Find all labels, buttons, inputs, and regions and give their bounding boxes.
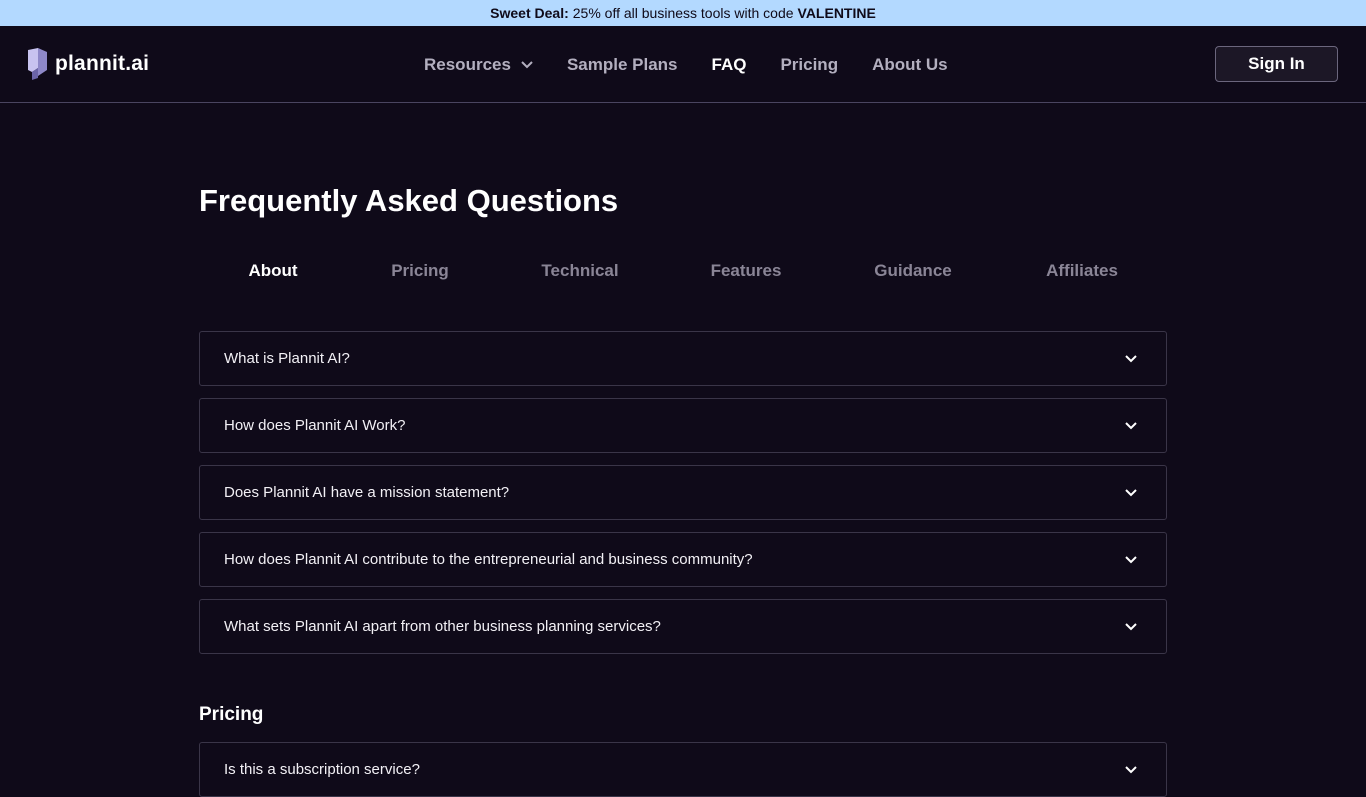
pricing-section-title: Pricing [199, 704, 264, 725]
promo-banner: Sweet Deal: 25% off all business tools w… [0, 0, 1366, 26]
page-title: Frequently Asked Questions [199, 183, 619, 218]
promo-text: 25% off all business tools with code [572, 5, 794, 21]
faq-question: Is this a subscription service? [224, 761, 420, 778]
tab-features[interactable]: Features [711, 261, 782, 281]
chevron-down-icon [1125, 488, 1137, 496]
faq-item[interactable]: How does Plannit AI Work? [199, 398, 1167, 453]
logo-icon [28, 48, 47, 80]
tab-affiliates[interactable]: Affiliates [1046, 261, 1118, 281]
sign-in-button[interactable]: Sign In [1215, 46, 1338, 82]
chevron-down-icon [521, 60, 533, 68]
chevron-down-icon [1125, 421, 1137, 429]
main-menu: Resources Sample Plans FAQ Pricing About… [424, 26, 982, 103]
faq-item[interactable]: Is this a subscription service? [199, 742, 1167, 797]
chevron-down-icon [1125, 354, 1137, 362]
promo-code: VALENTINE [797, 5, 876, 21]
nav-sample-plans[interactable]: Sample Plans [567, 55, 678, 75]
nav-pricing[interactable]: Pricing [780, 55, 838, 75]
chevron-down-icon [1125, 555, 1137, 563]
faq-question: How does Plannit AI contribute to the en… [224, 551, 753, 568]
chevron-down-icon [1125, 622, 1137, 630]
faq-question: What sets Plannit AI apart from other bu… [224, 618, 661, 635]
faq-tabs: About Pricing Technical Features Guidanc… [199, 261, 1167, 285]
faq-question: Does Plannit AI have a mission statement… [224, 484, 510, 501]
nav-resources-label: Resources [424, 54, 511, 74]
logo[interactable]: plannit.ai [28, 48, 149, 80]
chevron-down-icon [1125, 765, 1137, 773]
top-nav: plannit.ai Resources Sample Plans FAQ Pr… [0, 26, 1366, 103]
faq-item[interactable]: What sets Plannit AI apart from other bu… [199, 599, 1167, 654]
tab-guidance[interactable]: Guidance [874, 261, 951, 281]
nav-about-us[interactable]: About Us [872, 55, 948, 75]
promo-lead: Sweet Deal: [490, 5, 569, 21]
faq-question: What is Plannit AI? [224, 350, 350, 367]
faq-item[interactable]: Does Plannit AI have a mission statement… [199, 465, 1167, 520]
faq-question: How does Plannit AI Work? [224, 417, 406, 434]
brand-name: plannit.ai [55, 52, 150, 75]
tab-pricing[interactable]: Pricing [391, 261, 449, 281]
faq-item[interactable]: What is Plannit AI? [199, 331, 1167, 386]
nav-faq[interactable]: FAQ [712, 55, 747, 75]
tab-about[interactable]: About [248, 261, 297, 281]
faq-item[interactable]: How does Plannit AI contribute to the en… [199, 532, 1167, 587]
tab-technical[interactable]: Technical [541, 261, 618, 281]
nav-resources[interactable]: Resources [424, 55, 533, 75]
